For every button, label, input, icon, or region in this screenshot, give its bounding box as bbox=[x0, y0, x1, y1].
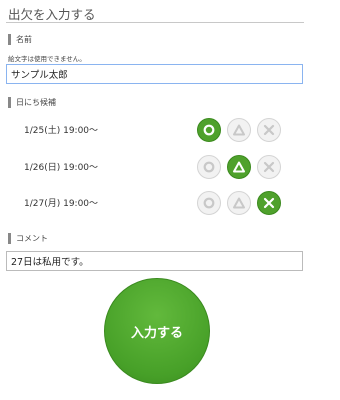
date-row: 1/27(月) 19:00〜 bbox=[0, 189, 340, 217]
triangle-icon bbox=[233, 161, 245, 173]
option-batsu-button[interactable] bbox=[257, 155, 281, 179]
circle-icon bbox=[203, 124, 215, 136]
date-label: 1/25(土) 19:00〜 bbox=[24, 126, 99, 136]
cross-icon bbox=[263, 197, 275, 209]
name-input[interactable] bbox=[6, 64, 303, 84]
option-batsu-button[interactable] bbox=[257, 191, 281, 215]
name-section-label: 名前 bbox=[8, 34, 32, 45]
option-batsu-button[interactable] bbox=[257, 118, 281, 142]
date-label: 1/27(月) 19:00〜 bbox=[24, 199, 99, 209]
cross-icon bbox=[263, 161, 275, 173]
option-sankaku-button[interactable] bbox=[227, 118, 251, 142]
dates-section-label: 日にち候補 bbox=[8, 97, 56, 108]
submit-button[interactable]: 入力する bbox=[104, 278, 210, 384]
date-row: 1/26(日) 19:00〜 bbox=[0, 153, 340, 181]
comment-input[interactable] bbox=[6, 251, 303, 271]
page-title: 出欠を入力する bbox=[8, 7, 96, 22]
option-sankaku-button[interactable] bbox=[227, 155, 251, 179]
comment-section-label: コメント bbox=[8, 233, 48, 244]
cross-icon bbox=[263, 124, 275, 136]
name-hint: 絵文字は使用できません。 bbox=[8, 55, 86, 63]
option-sankaku-button[interactable] bbox=[227, 191, 251, 215]
title-divider bbox=[6, 22, 304, 23]
circle-icon bbox=[203, 197, 215, 209]
triangle-icon bbox=[233, 124, 245, 136]
circle-icon bbox=[203, 161, 215, 173]
option-maru-button[interactable] bbox=[197, 191, 221, 215]
option-maru-button[interactable] bbox=[197, 118, 221, 142]
date-label: 1/26(日) 19:00〜 bbox=[24, 163, 99, 173]
triangle-icon bbox=[233, 197, 245, 209]
date-row: 1/25(土) 19:00〜 bbox=[0, 116, 340, 144]
option-maru-button[interactable] bbox=[197, 155, 221, 179]
